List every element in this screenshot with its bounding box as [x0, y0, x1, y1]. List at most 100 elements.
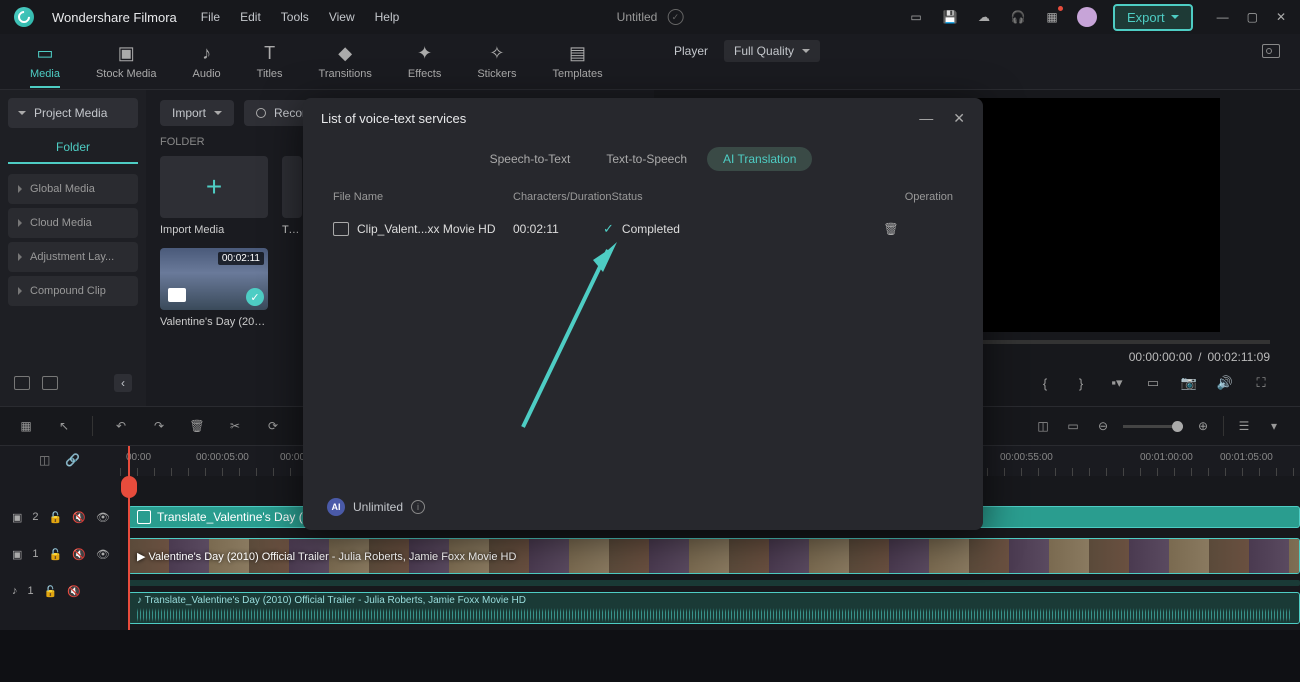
mute-icon[interactable]: 🔇	[72, 511, 86, 524]
camera-icon[interactable]: 📷	[1180, 374, 1198, 392]
clip-card[interactable]: 00:02:11 ✓ Valentine's Day (2010)...	[160, 248, 268, 328]
caret-right-icon	[18, 253, 22, 261]
save-icon[interactable]: 💾	[941, 8, 959, 26]
video-clip[interactable]: ▶ Valentine's Day (2010) Official Traile…	[128, 538, 1300, 574]
tab-speech-to-text[interactable]: Speech-to-Text	[474, 147, 587, 171]
tab-effects[interactable]: ✦Effects	[408, 43, 441, 80]
ai-badge-icon: AI	[327, 498, 345, 516]
eye-icon[interactable]: 👁	[96, 548, 110, 561]
headset-icon[interactable]: 🎧	[1009, 8, 1027, 26]
track-v1[interactable]: ▶ Valentine's Day (2010) Official Traile…	[120, 534, 1300, 578]
redo-icon[interactable]: ↷	[149, 416, 169, 436]
tab-text-to-speech[interactable]: Text-to-Speech	[590, 147, 703, 171]
tab-templates[interactable]: ▤Templates	[552, 43, 602, 80]
tab-media[interactable]: ▭Media	[30, 43, 60, 80]
zoom-out-icon[interactable]: ⊖	[1093, 416, 1113, 436]
project-media[interactable]: Project Media	[8, 98, 138, 128]
media-icon: ▭	[36, 43, 53, 64]
modal-row: Clip_Valent...xx Movie HD 00:02:11 ✓ Com…	[303, 209, 983, 249]
undo-icon[interactable]: ↶	[111, 416, 131, 436]
track-a1[interactable]: ♪ Translate_Valentine's Day (2010) Offic…	[120, 588, 1300, 628]
quality-select[interactable]: Full Quality	[724, 40, 820, 62]
lock-icon[interactable]: 🔓	[44, 585, 58, 598]
menu-file[interactable]: File	[201, 10, 220, 24]
minimize-button[interactable]: —	[1217, 10, 1229, 24]
folder-icon[interactable]	[14, 376, 30, 390]
mute-icon[interactable]: 🔇	[72, 548, 86, 561]
export-button[interactable]: Export	[1113, 4, 1193, 31]
transition-card-partial[interactable]: Trans	[282, 156, 302, 236]
brace-left-icon[interactable]: {	[1036, 374, 1054, 392]
tab-audio[interactable]: ♪Audio	[193, 43, 221, 80]
snapshot-icon[interactable]	[1262, 44, 1280, 58]
zoom-slider[interactable]	[1123, 425, 1183, 428]
lock-icon[interactable]: 🔓	[49, 548, 63, 561]
close-button[interactable]: ✕	[1276, 10, 1286, 24]
eye-icon[interactable]: 👁	[96, 511, 110, 524]
apps-grid-icon[interactable]: ▦	[1043, 8, 1061, 26]
collapse-sidebar-button[interactable]: ‹	[114, 374, 132, 392]
modal-header: List of voice-text services — ✕	[303, 98, 983, 139]
duration-badge: 00:02:11	[218, 252, 264, 265]
track-header-v2[interactable]: ▣2 🔓 🔇 👁	[0, 502, 120, 532]
volume-icon[interactable]: 🔊	[1216, 374, 1234, 392]
stock-icon: ▣	[118, 43, 135, 64]
sidebar-global-media[interactable]: Global Media	[8, 174, 138, 204]
auto-icon[interactable]: ◫	[39, 453, 55, 469]
mute-icon[interactable]: 🔇	[67, 585, 81, 598]
user-avatar[interactable]	[1077, 7, 1097, 27]
tab-stickers[interactable]: ✧Stickers	[477, 43, 516, 80]
tab-titles[interactable]: TTitles	[257, 43, 283, 80]
audio-clip[interactable]: ♪ Translate_Valentine's Day (2010) Offic…	[128, 592, 1300, 624]
zoom-thumb[interactable]	[1172, 421, 1183, 432]
menu-help[interactable]: Help	[375, 10, 400, 24]
sidebar-cloud-media[interactable]: Cloud Media	[8, 208, 138, 238]
split-icon[interactable]: ✂	[225, 416, 245, 436]
menu-tools[interactable]: Tools	[281, 10, 309, 24]
cloud-sync-icon[interactable]	[667, 9, 683, 25]
info-icon[interactable]: i	[411, 500, 425, 514]
fit-icon[interactable]: ▭	[1063, 416, 1083, 436]
track-header-v1[interactable]: ▣1 🔓 🔇 👁	[0, 532, 120, 576]
new-folder-icon[interactable]	[42, 376, 58, 390]
playhead[interactable]	[128, 446, 130, 630]
delete-icon[interactable]: 🗑	[187, 416, 207, 436]
import-dropdown[interactable]: Import	[160, 100, 234, 126]
folder-tab[interactable]: Folder	[8, 132, 138, 164]
menu-edit[interactable]: Edit	[240, 10, 261, 24]
display-out-icon[interactable]: ▭	[1144, 374, 1162, 392]
fullscreen-icon[interactable]: ⛶	[1252, 374, 1270, 392]
marker-dropdown-icon[interactable]: ▪▾	[1108, 374, 1126, 392]
maximize-button[interactable]: ▢	[1247, 10, 1258, 24]
options-caret-icon[interactable]: ▾	[1264, 416, 1284, 436]
display-icon[interactable]: ▭	[907, 8, 925, 26]
sidebar-compound-clip[interactable]: Compound Clip	[8, 276, 138, 306]
crop-icon[interactable]: ◫	[1033, 416, 1053, 436]
lock-icon[interactable]: 🔓	[49, 511, 63, 524]
col-filename: File Name	[333, 191, 513, 203]
track-header-a1[interactable]: ♪1 🔓 🔇	[0, 576, 120, 606]
modal-minimize-button[interactable]: —	[919, 110, 933, 127]
tab-ai-translation[interactable]: AI Translation	[707, 147, 812, 171]
delete-row-button[interactable]: 🗑	[883, 221, 899, 237]
quality-label: Full Quality	[734, 44, 794, 58]
app-name: Wondershare Filmora	[52, 10, 177, 25]
file-icon	[333, 222, 349, 236]
link-icon[interactable]: 🔗	[65, 453, 81, 469]
tab-stock-media[interactable]: ▣Stock Media	[96, 43, 157, 80]
list-view-icon[interactable]: ☰	[1234, 416, 1254, 436]
brace-right-icon[interactable]: }	[1072, 374, 1090, 392]
sidebar-adjustment-layer[interactable]: Adjustment Lay...	[8, 242, 138, 272]
menu-view[interactable]: View	[329, 10, 355, 24]
modal-close-button[interactable]: ✕	[953, 110, 965, 127]
speed-icon[interactable]: ⟳	[263, 416, 283, 436]
zoom-in-icon[interactable]: ⊕	[1193, 416, 1213, 436]
cloud-upload-icon[interactable]: ☁	[975, 8, 993, 26]
text-clip-icon	[137, 510, 151, 524]
col-operation: Operation	[883, 191, 953, 203]
record-icon	[256, 108, 266, 118]
cursor-icon[interactable]: ↖	[54, 416, 74, 436]
grid-icon[interactable]: ▦	[16, 416, 36, 436]
tab-transitions[interactable]: ◆Transitions	[319, 43, 372, 80]
import-media-card[interactable]: + Import Media	[160, 156, 268, 236]
